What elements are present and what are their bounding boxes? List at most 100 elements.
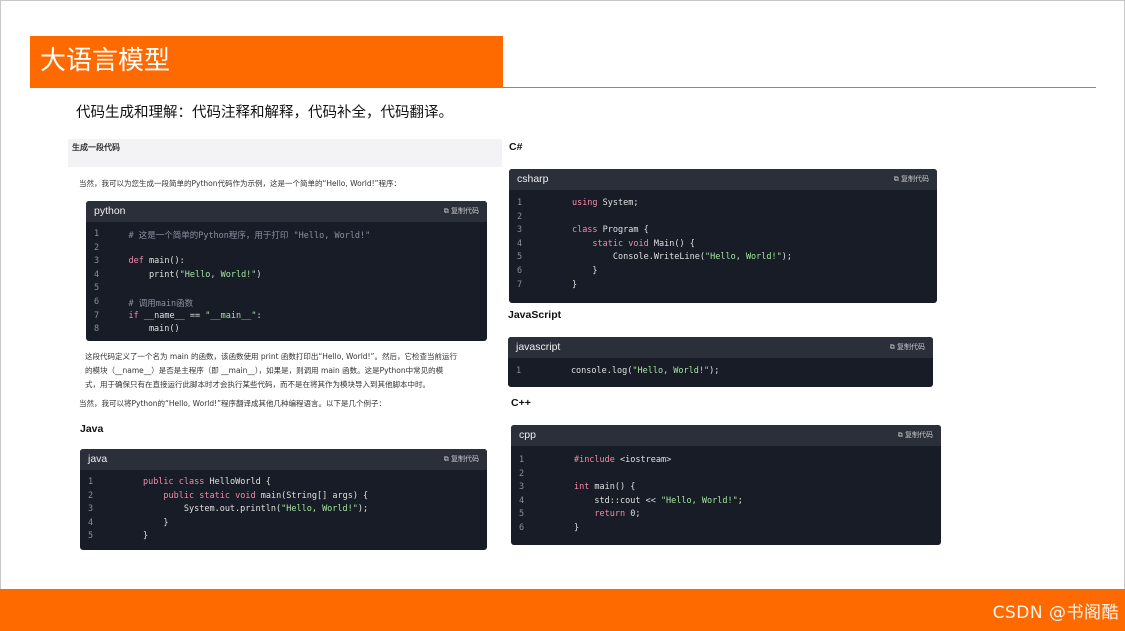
- code-language-label: cpp: [519, 429, 536, 441]
- code-line: 4 static void Main() {: [509, 239, 937, 253]
- code-lines: 1 # 这是一个简单的Python程序，用于打印 "Hello, World!"…: [86, 229, 487, 338]
- code-line: 1 console.log("Hello, World!");: [508, 366, 933, 380]
- code-header: javascript ⧉ 复制代码: [508, 337, 933, 358]
- doc-explanation-1: 这段代码定义了一个名为 main 的函数，该函数使用 print 函数打印出“H…: [85, 352, 457, 361]
- code-block-java: java ⧉ 复制代码 1 public class HelloWorld {2…: [80, 449, 487, 550]
- code-line: 6 }: [511, 523, 941, 537]
- doc-intro: 当然，我可以为您生成一段简单的Python代码作为示例，这是一个简单的“Hell…: [79, 179, 402, 188]
- code-line: 6 }: [509, 266, 937, 280]
- copy-label: 复制代码: [897, 343, 925, 351]
- copy-label: 复制代码: [905, 431, 933, 439]
- slide-title: 大语言模型: [40, 46, 171, 76]
- line-code: # 这是一个简单的Python程序，用于打印 "Hello, World!": [108, 231, 371, 241]
- code-line: 4 std::cout << "Hello, World!";: [511, 496, 941, 510]
- line-code: console.log("Hello, World!");: [530, 366, 720, 376]
- line-number: 2: [517, 211, 523, 222]
- line-number: 5: [94, 283, 100, 294]
- line-number: 5: [519, 509, 525, 520]
- line-number: 4: [519, 495, 525, 506]
- line-number: 2: [94, 242, 100, 253]
- line-code: System.out.println("Hello, World!");: [102, 504, 369, 515]
- watermark: CSDN @书阁酷: [992, 603, 1119, 623]
- code-language-label: java: [88, 453, 108, 465]
- line-code: }: [102, 531, 149, 542]
- code-header: python ⧉ 复制代码: [86, 201, 487, 222]
- line-number: 5: [517, 252, 523, 263]
- copy-label: 复制代码: [451, 455, 479, 463]
- line-number: 5: [88, 531, 94, 542]
- code-line: 5 }: [80, 531, 487, 545]
- code-line: 3 class Program {: [509, 225, 937, 239]
- code-block-csharp: csharp ⧉ 复制代码 1 using System; 2 3 class Pr…: [509, 169, 937, 303]
- section-csharp: C#: [509, 141, 523, 153]
- line-code: public static void main(String[] args) {: [163, 490, 369, 501]
- code-line: 5 Console.WriteLine("Hello, World!");: [509, 252, 937, 266]
- copy-code-button[interactable]: ⧉ 复制代码: [444, 454, 479, 464]
- code-line: 5: [86, 283, 487, 297]
- code-line: 2: [509, 212, 937, 226]
- code-block-python: python ⧉ 复制代码 1 # 这是一个简单的Python程序，用于打印 "…: [86, 201, 487, 341]
- copy-code-button[interactable]: ⧉ 复制代码: [890, 342, 925, 352]
- code-block-javascript: javascript ⧉ 复制代码 1 console.log("Hello, …: [508, 337, 933, 387]
- section-javascript: JavaScript: [508, 309, 562, 321]
- code-line: 6 # 调用main函数: [86, 297, 487, 311]
- line-number: 4: [517, 238, 523, 249]
- line-number: 6: [94, 296, 100, 307]
- line-code: return 0;: [594, 509, 641, 520]
- line-number: 1: [516, 366, 522, 376]
- code-line: 7 }: [509, 280, 937, 294]
- section-cpp: C++: [511, 397, 531, 409]
- code-language-label: javascript: [516, 341, 561, 353]
- line-number: 1: [94, 229, 100, 239]
- line-code: }: [531, 265, 598, 276]
- copy-code-button[interactable]: ⧉ 复制代码: [894, 174, 929, 184]
- code-line: 3 int main() {: [511, 482, 941, 496]
- line-number: 8: [94, 324, 100, 335]
- line-number: 4: [88, 517, 94, 528]
- code-line: 7 if __name__ == "__main__":: [86, 311, 487, 325]
- line-code: }: [533, 522, 580, 533]
- code-line: 2 public static void main(String[] args)…: [80, 491, 487, 505]
- code-line: 4 }: [80, 518, 487, 532]
- line-number: 7: [517, 279, 523, 290]
- line-number: 2: [88, 490, 94, 501]
- code-header: java ⧉ 复制代码: [80, 449, 487, 470]
- line-code: std::cout << "Hello, World!";: [533, 495, 743, 506]
- line-number: 6: [517, 265, 523, 276]
- line-code: }: [531, 279, 578, 290]
- line-number: 4: [94, 269, 100, 280]
- code-lines: 1 #include <iostream> 2 3 int main() {4 st…: [511, 455, 941, 537]
- doc-translate-intro: 当然，我可以将Python的“Hello, World!”程序翻译成其他几种编程…: [79, 399, 387, 408]
- code-line: 1 using System;: [509, 198, 937, 212]
- title-bar: 大语言模型: [30, 36, 503, 88]
- code-line: 1 public class HelloWorld {: [80, 477, 487, 491]
- slide-subtitle: 代码生成和理解：代码注释和解释，代码补全，代码翻译。: [76, 105, 453, 121]
- code-language-label: python: [94, 205, 126, 217]
- line-code: def main():: [128, 256, 185, 267]
- code-lines: 1 using System; 2 3 class Program {4 stati…: [509, 198, 937, 293]
- line-number: 1: [517, 198, 523, 208]
- code-line: 3 System.out.println("Hello, World!");: [80, 504, 487, 518]
- line-number: 6: [519, 522, 525, 533]
- doc-explanation-2: 的模块（__name__）是否是主程序（即 __main__），如果是，则调用 …: [85, 366, 444, 375]
- code-block-cpp: cpp ⧉ 复制代码 1 #include <iostream> 2 3 int m…: [511, 425, 941, 545]
- line-code: using System;: [571, 198, 639, 208]
- code-line: 2: [511, 469, 941, 483]
- line-code: # 调用main函数: [108, 298, 194, 309]
- line-code: class Program {: [571, 225, 649, 236]
- line-code: public class HelloWorld {: [142, 477, 271, 487]
- copy-label: 复制代码: [451, 207, 479, 215]
- title-underline: [30, 87, 1096, 88]
- code-line: 2: [86, 243, 487, 257]
- copy-code-button[interactable]: ⧉ 复制代码: [898, 430, 933, 440]
- doc-explanation-3: 式，用于确保只有在直接运行此脚本时才会执行某些代码，而不是在将其作为模块导入到其…: [85, 380, 430, 389]
- code-header: csharp ⧉ 复制代码: [509, 169, 937, 190]
- line-number: 3: [94, 256, 100, 267]
- code-lines: 1 console.log("Hello, World!");: [508, 366, 933, 380]
- line-code: if __name__ == "__main__":: [128, 310, 262, 321]
- doc-heading-bar: 生成一段代码: [68, 139, 502, 167]
- code-language-label: csharp: [517, 173, 549, 185]
- copy-code-button[interactable]: ⧉ 复制代码: [444, 206, 479, 216]
- doc-heading: 生成一段代码: [72, 143, 120, 152]
- line-code: main(): [108, 324, 180, 335]
